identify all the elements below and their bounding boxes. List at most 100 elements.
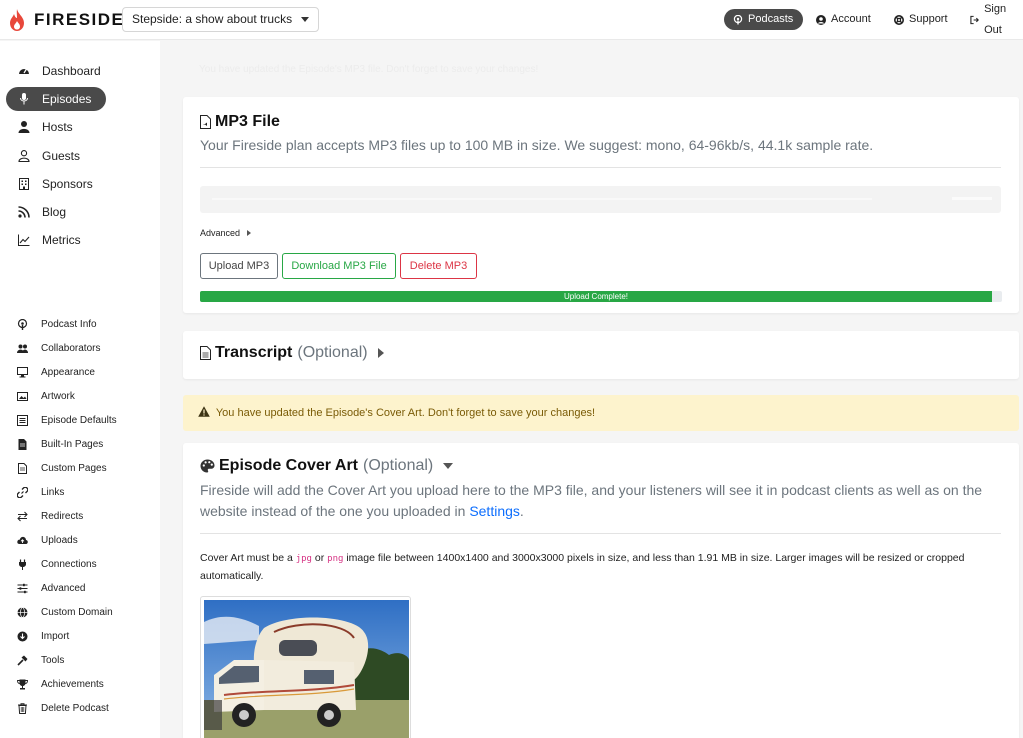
- cover-art-preview[interactable]: [200, 596, 411, 738]
- cover-art-card: Episode Cover Art (Optional) Fireside wi…: [183, 443, 1019, 738]
- mp3-description: Your Fireside plan accepts MP3 files up …: [200, 137, 874, 153]
- sidebar-item-sponsors[interactable]: Sponsors: [6, 172, 156, 196]
- users-icon: [17, 344, 28, 353]
- sidebar-settings-nav: Podcast Info Collaborators Appearance Ar…: [17, 313, 157, 721]
- sidebar-item-label: Links: [41, 487, 65, 498]
- mp3-heading: MP3 File: [200, 113, 280, 131]
- transcript-heading[interactable]: Transcript (Optional): [200, 344, 384, 362]
- fireside-logo[interactable]: FIRESIDE: [8, 9, 124, 31]
- chart-line-icon: [18, 234, 30, 247]
- nav-signout-label: Sign Out: [984, 2, 1007, 36]
- cover-art-optional: (Optional): [363, 457, 434, 474]
- download-mp3-button[interactable]: Download MP3 File: [282, 253, 396, 279]
- cover-art-title: Episode Cover Art: [219, 457, 358, 474]
- link-icon: [17, 487, 28, 498]
- divider: [200, 167, 1001, 168]
- sidebar-item-metrics[interactable]: Metrics: [6, 228, 156, 252]
- sidebar-item-label: Hosts: [42, 120, 73, 135]
- sidebar-item-links[interactable]: Links: [17, 481, 157, 505]
- audio-seek-track[interactable]: [212, 198, 872, 200]
- cloud-upload-icon: [17, 536, 28, 544]
- sidebar-item-label: Achievements: [41, 679, 104, 690]
- caret-right-icon: [246, 230, 251, 236]
- sidebar-item-custom-pages[interactable]: Custom Pages: [17, 457, 157, 481]
- flame-icon: [10, 9, 24, 31]
- file-lines-icon: [200, 346, 211, 360]
- show-selector[interactable]: Stepside: a show about trucks: [122, 7, 320, 32]
- delete-mp3-button[interactable]: Delete MP3: [400, 253, 477, 279]
- sidebar-item-label: Built-In Pages: [41, 439, 104, 450]
- podcast-icon: [17, 319, 28, 330]
- divider: [200, 533, 1001, 534]
- sidebar-item-guests[interactable]: Guests: [6, 144, 156, 168]
- sidebar-item-label: Redirects: [41, 511, 84, 522]
- sidebar-item-hosts[interactable]: Hosts: [6, 115, 156, 139]
- sidebar-item-label: Custom Pages: [41, 463, 107, 474]
- nav-podcasts-label: Podcasts: [748, 13, 794, 25]
- user-outline-icon: [18, 149, 30, 162]
- sidebar-item-label: Tools: [41, 655, 65, 666]
- sidebar-item-redirects[interactable]: Redirects: [17, 505, 157, 529]
- building-icon: [19, 177, 29, 190]
- sidebar-item-label: Import: [41, 631, 70, 642]
- transcript-card[interactable]: Transcript (Optional): [183, 331, 1019, 379]
- mp3-title: MP3 File: [215, 113, 280, 130]
- sidebar-item-connections[interactable]: Connections: [17, 553, 157, 577]
- cover-art-heading[interactable]: Episode Cover Art (Optional): [200, 457, 454, 475]
- sidebar-item-advanced[interactable]: Advanced: [17, 577, 157, 601]
- audio-player[interactable]: [200, 186, 1001, 213]
- cover-desc-suffix: .: [519, 503, 524, 519]
- file-icon: [18, 439, 27, 450]
- sidebar-item-delete-podcast[interactable]: Delete Podcast: [17, 697, 157, 721]
- settings-link[interactable]: Settings: [469, 503, 520, 519]
- faded-alert-text: You have updated the Episode's MP3 file.…: [199, 64, 539, 75]
- sidebar-item-label: Collaborators: [41, 343, 101, 354]
- nav-support[interactable]: Support: [894, 9, 948, 30]
- nav-account[interactable]: Account: [816, 9, 871, 30]
- top-navbar: FIRESIDE Stepside: a show about trucks P…: [0, 0, 1023, 40]
- upload-mp3-button[interactable]: Upload MP3: [200, 253, 278, 279]
- sidebar-item-appearance[interactable]: Appearance: [17, 361, 157, 385]
- sidebar-item-custom-domain[interactable]: Custom Domain: [17, 601, 157, 625]
- caret-right-icon: [377, 348, 384, 358]
- sidebar-item-dashboard[interactable]: Dashboard: [6, 59, 156, 83]
- sign-out-icon: [970, 15, 979, 24]
- caret-down-icon: [301, 17, 310, 22]
- sidebar-item-uploads[interactable]: Uploads: [17, 529, 157, 553]
- sidebar-item-import[interactable]: Import: [17, 625, 157, 649]
- transcript-title: Transcript: [215, 344, 293, 361]
- sidebar-item-tools[interactable]: Tools: [17, 649, 157, 673]
- file-audio-icon: [200, 115, 211, 129]
- sidebar-item-artwork[interactable]: Artwork: [17, 385, 157, 409]
- life-ring-icon: [894, 14, 904, 25]
- nav-signout[interactable]: Sign Out: [970, 3, 1023, 36]
- upload-progress-bar: Upload Complete!: [200, 291, 1002, 302]
- code-jpg: jpg: [295, 554, 312, 564]
- import-icon: [17, 631, 28, 642]
- sidebar-item-built-in-pages[interactable]: Built-In Pages: [17, 433, 157, 457]
- upload-progress-label: Upload Complete!: [563, 292, 629, 301]
- advanced-toggle[interactable]: Advanced: [200, 228, 251, 238]
- sidebar-item-label: Uploads: [41, 535, 78, 546]
- podcast-icon: [733, 14, 743, 24]
- sidebar-item-label: Delete Podcast: [41, 703, 109, 714]
- sidebar-item-episode-defaults[interactable]: Episode Defaults: [17, 409, 157, 433]
- sidebar-item-achievements[interactable]: Achievements: [17, 673, 157, 697]
- sidebar-item-label: Episode Defaults: [41, 415, 117, 426]
- sidebar-main-nav: Dashboard Episodes Hosts Guests Sponsors…: [6, 59, 156, 256]
- sidebar-item-collaborators[interactable]: Collaborators: [17, 337, 157, 361]
- sidebar-item-podcast-info[interactable]: Podcast Info: [17, 313, 157, 337]
- cover-art-warning: You have updated the Episode's Cover Art…: [183, 395, 1019, 431]
- globe-icon: [17, 607, 28, 618]
- sidebar-item-blog[interactable]: Blog: [6, 200, 156, 224]
- nav-podcasts[interactable]: Podcasts: [724, 9, 804, 30]
- cover-art-description: Fireside will add the Cover Art you uplo…: [200, 480, 1000, 522]
- sidebar: Dashboard Episodes Hosts Guests Sponsors…: [0, 41, 160, 738]
- desktop-icon: [17, 367, 28, 378]
- audio-volume-track[interactable]: [952, 197, 992, 200]
- sidebar-item-episodes[interactable]: Episodes: [6, 87, 106, 112]
- cover-desc-text: Fireside will add the Cover Art you uplo…: [200, 482, 983, 519]
- sliders-icon: [17, 583, 28, 594]
- sidebar-item-label: Connections: [41, 559, 97, 570]
- cover-art-requirements: Cover Art must be a jpg or png image fil…: [200, 550, 1000, 585]
